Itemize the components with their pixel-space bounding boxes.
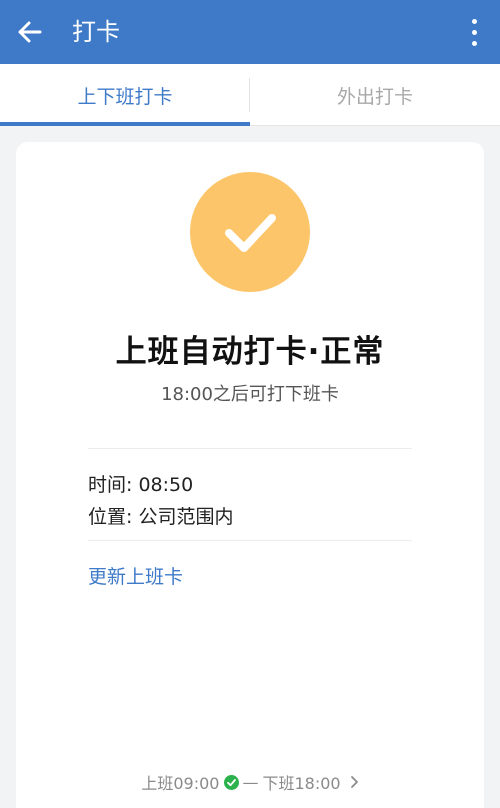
- update-clock-in-link[interactable]: 更新上班卡: [88, 562, 183, 589]
- divider: [88, 540, 412, 541]
- more-vertical-icon: [471, 18, 477, 24]
- tab-bar: 上下班打卡 外出打卡: [0, 64, 500, 126]
- chevron-right-icon: [349, 775, 359, 789]
- tab-outing-clock[interactable]: 外出打卡: [250, 64, 500, 126]
- status-subtitle: 18:00之后可打下班卡: [161, 384, 339, 405]
- separator: —: [242, 772, 259, 792]
- shift-summary[interactable]: 上班09:00 — 下班18:00: [16, 770, 484, 794]
- arrow-left-icon: [18, 21, 42, 43]
- back-button[interactable]: [14, 14, 46, 50]
- tab-commute-clock[interactable]: 上下班打卡: [0, 64, 250, 126]
- location-value: 公司范围内: [138, 506, 234, 528]
- clock-out-time: 下班18:00: [262, 774, 341, 793]
- page-title: 打卡: [72, 18, 120, 46]
- clock-in-screen: 打卡 上下班打卡 外出打卡 上班自动打卡·正常 18:00之后可打下班卡 时间:…: [0, 0, 500, 808]
- more-options-button[interactable]: [468, 14, 480, 50]
- tab-label: 外出打卡: [336, 85, 413, 108]
- clock-status-card: 上班自动打卡·正常 18:00之后可打下班卡 时间: 08:50 位置: 公司范…: [16, 142, 484, 808]
- divider: [88, 448, 412, 449]
- status-title: 上班自动打卡·正常: [115, 334, 385, 370]
- time-label: 时间:: [88, 474, 133, 496]
- checkmark-icon: [225, 214, 276, 252]
- time-row: 时间: 08:50: [88, 470, 193, 497]
- location-label: 位置:: [88, 506, 133, 528]
- tab-label: 上下班打卡: [77, 85, 173, 108]
- status-check-badge: [190, 172, 310, 292]
- app-bar: 打卡: [0, 0, 500, 64]
- clock-in-time: 上班09:00: [141, 774, 220, 793]
- location-row: 位置: 公司范围内: [88, 502, 233, 529]
- time-value: 08:50: [138, 474, 194, 496]
- check-circle-icon: [223, 774, 239, 790]
